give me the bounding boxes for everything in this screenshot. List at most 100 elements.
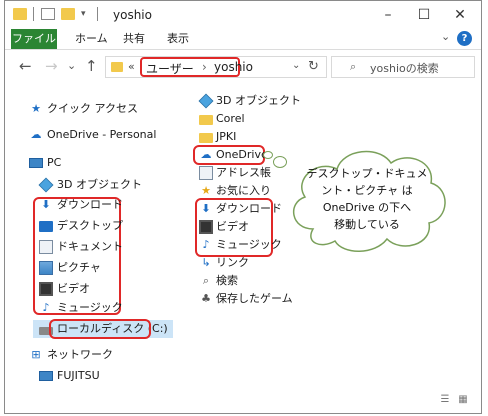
sidebar-item-pictures[interactable]: ピクチャ — [39, 259, 101, 277]
expand-ribbon-icon[interactable]: ⌄ — [441, 30, 450, 43]
list-item[interactable]: ビデオ — [199, 218, 249, 236]
item-label: 3D オブジェクト — [216, 94, 301, 107]
sidebar-item-pc[interactable]: PC — [29, 154, 61, 172]
breadcrumb-yoshio[interactable]: yoshio — [214, 60, 253, 74]
minimize-button[interactable]: – — [373, 5, 403, 25]
sidebar-item-label: ネットワーク — [47, 348, 113, 361]
sidebar-item-fujitsu[interactable]: FUJITSU — [39, 367, 100, 385]
callout-tail-bubble — [263, 151, 273, 159]
item-label: ミュージック — [216, 238, 282, 251]
sidebar-item-videos[interactable]: ビデオ — [39, 280, 90, 298]
music-icon: ♪ — [202, 238, 210, 251]
up-button[interactable]: ↑ — [85, 57, 98, 75]
list-item[interactable]: 3D オブジェクト — [198, 92, 301, 110]
desktop-icon — [39, 220, 53, 232]
cube-icon — [38, 177, 54, 193]
item-label: アドレス帳 — [216, 166, 271, 179]
sidebar-item-label: ミュージック — [57, 301, 123, 314]
item-label: お気に入り — [216, 184, 271, 197]
cube-icon — [198, 93, 214, 109]
address-row: ← → ⌄ ↑ « ユーザー › yoshio ⌄ ↻ ⌕ yoshioの検索 — [5, 50, 481, 84]
back-button[interactable]: ← — [19, 57, 32, 75]
star-icon: ★ — [201, 184, 211, 197]
sidebar-item-onedrive[interactable]: ☁ OneDrive - Personal — [29, 126, 157, 144]
game-icon: ♣ — [201, 292, 211, 305]
download-icon: ⬇ — [41, 198, 51, 211]
sidebar-item-3d-objects[interactable]: 3D オブジェクト — [38, 176, 142, 194]
breadcrumb-users[interactable]: ユーザー — [146, 60, 194, 77]
list-item[interactable]: JPKI — [199, 128, 236, 146]
contacts-icon — [199, 166, 213, 180]
sidebar-item-label: デスクトップ — [57, 219, 123, 232]
callout-text: デスクトップ・ドキュメ ント・ピクチャ は OneDrive の下へ 移動してい… — [283, 165, 451, 233]
sidebar-item-network[interactable]: ⊞ ネットワーク — [29, 346, 113, 364]
list-item[interactable]: ⬇ ダウンロード — [199, 200, 282, 218]
navigation-pane: ★ クイック アクセス ☁ OneDrive - Personal PC 3D オブ… — [5, 84, 179, 384]
large-icons-view-icon[interactable]: ▦ — [457, 394, 469, 406]
sidebar-item-label: PC — [47, 156, 62, 169]
breadcrumb-separator[interactable]: › — [202, 60, 207, 74]
sidebar-item-label: ビデオ — [57, 282, 90, 295]
quick-access-toolbar-dropdown-icon[interactable]: ▾ — [81, 8, 95, 20]
address-bar[interactable]: « ユーザー › yoshio ⌄ ↻ — [105, 56, 327, 78]
pc-icon — [29, 158, 43, 168]
sidebar-item-label: OneDrive - Personal — [47, 128, 157, 141]
cloud-icon: ☁ — [30, 128, 42, 141]
sidebar-item-label: FUJITSU — [57, 369, 100, 382]
item-label: OneDrive — [216, 148, 268, 161]
refresh-icon[interactable]: ↻ — [308, 59, 319, 74]
callout-line: ント・ピクチャ は — [321, 184, 413, 197]
callout-line: 移動している — [334, 218, 400, 231]
list-item[interactable]: アドレス帳 — [199, 164, 271, 182]
forward-button[interactable]: → — [45, 57, 58, 75]
window-title: yoshio — [113, 8, 152, 22]
highlight-box-local-disk — [49, 319, 151, 339]
video-icon — [199, 220, 213, 234]
sidebar-item-quick-access[interactable]: ★ クイック アクセス — [29, 100, 138, 118]
link-icon: ↳ — [201, 256, 211, 269]
item-label: JPKI — [216, 130, 237, 143]
new-folder-icon[interactable] — [61, 8, 75, 20]
search-placeholder: yoshioの検索 — [370, 62, 439, 75]
picture-icon — [39, 261, 53, 275]
tab-view[interactable]: 表示 — [167, 29, 189, 49]
folder-icon — [199, 133, 213, 143]
details-view-icon[interactable]: ☰ — [439, 394, 451, 406]
search-input[interactable]: ⌕ yoshioの検索 — [331, 56, 475, 78]
item-label: 保存したゲーム — [216, 292, 293, 305]
maximize-button[interactable]: ☐ — [409, 5, 439, 25]
address-overflow-chevron[interactable]: « — [128, 60, 135, 73]
cloud-callout: デスクトップ・ドキュメ ント・ピクチャ は OneDrive の下へ 移動してい… — [283, 141, 451, 259]
tab-home[interactable]: ホーム — [75, 29, 108, 49]
separator — [97, 7, 98, 21]
title-bar: ▾ yoshio – ☐ ✕ — [5, 1, 481, 29]
tab-file[interactable]: ファイル — [11, 29, 57, 49]
list-item[interactable]: ☁ OneDrive — [199, 146, 268, 164]
sidebar-item-label: 3D オブジェクト — [57, 178, 142, 191]
help-icon[interactable]: ? — [457, 31, 472, 46]
item-label: 検索 — [216, 274, 238, 287]
folder-icon — [13, 8, 27, 20]
pc-icon — [39, 371, 53, 381]
list-item[interactable]: ♣ 保存したゲーム — [199, 290, 293, 308]
download-icon: ⬇ — [201, 202, 211, 215]
search-icon: ⌕ — [202, 274, 210, 287]
folder-icon — [111, 62, 123, 72]
list-item[interactable]: ⌕ 検索 — [199, 272, 238, 290]
item-label: Corel — [216, 112, 245, 125]
address-dropdown-icon[interactable]: ⌄ — [292, 60, 300, 71]
recent-locations-button[interactable]: ⌄ — [67, 59, 76, 72]
sidebar-item-music[interactable]: ♪ ミュージック — [39, 299, 123, 317]
list-item[interactable]: ↳ リンク — [199, 254, 249, 272]
tab-share[interactable]: 共有 — [123, 29, 145, 49]
properties-icon[interactable] — [41, 8, 55, 20]
list-item[interactable]: Corel — [199, 110, 245, 128]
item-label: リンク — [216, 256, 249, 269]
sidebar-item-downloads[interactable]: ⬇ ダウンロード — [39, 196, 123, 214]
close-button[interactable]: ✕ — [445, 5, 475, 25]
sidebar-item-desktop[interactable]: デスクトップ — [39, 217, 123, 235]
list-item[interactable]: ♪ ミュージック — [199, 236, 282, 254]
music-icon: ♪ — [42, 301, 50, 314]
folder-icon — [199, 115, 213, 125]
sidebar-item-documents[interactable]: ドキュメント — [39, 238, 123, 256]
